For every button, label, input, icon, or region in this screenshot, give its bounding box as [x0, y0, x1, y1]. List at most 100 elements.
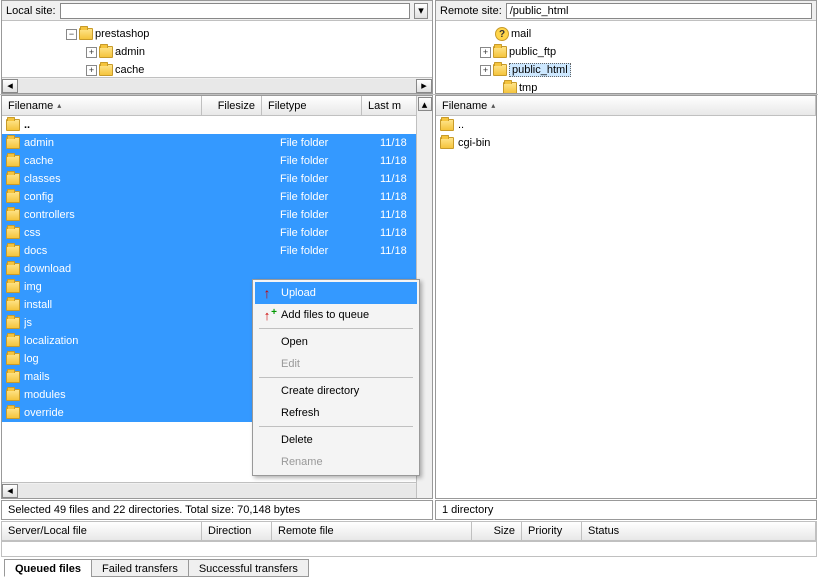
parent-dir-row[interactable]: ..	[436, 116, 816, 134]
bottom-tabs: Queued files Failed transfers Successful…	[0, 557, 818, 579]
file-type: File folder	[280, 227, 376, 239]
folder-icon	[99, 46, 113, 58]
col-filesize[interactable]: Filesize	[202, 96, 262, 115]
tab-queued-files[interactable]: Queued files	[4, 559, 92, 577]
list-row[interactable]: classesFile folder11/18	[2, 170, 432, 188]
list-row[interactable]: adminFile folder11/18	[2, 134, 432, 152]
tree-node[interactable]: tmp	[440, 79, 812, 93]
queue-col-remote[interactable]: Remote file	[272, 522, 472, 540]
queue-col-serverlocal[interactable]: Server/Local file	[2, 522, 202, 540]
local-tree-hscroll[interactable]: ◂ ▸	[2, 77, 432, 93]
collapse-icon[interactable]: −	[66, 29, 77, 40]
list-row[interactable]: download	[2, 260, 432, 278]
menu-delete[interactable]: Delete	[255, 429, 417, 451]
tree-node[interactable]: + public_ftp	[440, 43, 812, 61]
folder-icon	[6, 371, 20, 383]
scroll-right-button[interactable]: ▸	[416, 79, 432, 93]
menu-separator	[259, 426, 413, 427]
queue-col-direction[interactable]: Direction	[202, 522, 272, 540]
local-site-bar: Local site: ▾	[2, 1, 432, 21]
list-row[interactable]: docsFile folder11/18	[2, 242, 432, 260]
col-filename[interactable]: Filename▴	[2, 96, 202, 115]
tree-node[interactable]: + admin	[6, 43, 428, 61]
folder-icon	[440, 137, 454, 149]
queue-col-priority[interactable]: Priority	[522, 522, 582, 540]
expand-icon[interactable]: +	[86, 65, 97, 76]
folder-icon	[6, 263, 20, 275]
tree-label: mail	[511, 28, 531, 40]
queue-col-size[interactable]: Size	[472, 522, 522, 540]
list-row[interactable]: cacheFile folder11/18	[2, 152, 432, 170]
list-row[interactable]: controllersFile folder11/18	[2, 206, 432, 224]
folder-icon	[6, 137, 20, 149]
menu-edit: Edit	[255, 353, 417, 375]
file-type: File folder	[280, 155, 376, 167]
list-row[interactable]: configFile folder11/18	[2, 188, 432, 206]
expand-icon[interactable]: +	[480, 47, 491, 58]
remote-site-label: Remote site:	[440, 5, 502, 17]
folder-icon	[6, 389, 20, 401]
local-panel: Local site: ▾ −prestashop + admin + cache ◂ …	[1, 0, 433, 94]
menu-refresh[interactable]: Refresh	[255, 402, 417, 424]
tree-label: cache	[115, 64, 144, 76]
remote-file-list: Filename▴ ..cgi-bin	[435, 95, 817, 499]
folder-icon	[440, 119, 454, 131]
folder-icon	[6, 119, 20, 131]
tree-node[interactable]: −prestashop	[6, 25, 428, 43]
menu-upload[interactable]: ↑ Upload	[255, 282, 417, 304]
menu-open[interactable]: Open	[255, 331, 417, 353]
col-filetype[interactable]: Filetype	[262, 96, 362, 115]
file-name: log	[24, 353, 216, 365]
folder-icon	[493, 64, 507, 76]
local-site-label: Local site:	[6, 5, 56, 17]
folder-icon	[79, 28, 93, 40]
tree-node[interactable]: +public_html	[440, 61, 812, 79]
tree-label: public_ftp	[509, 46, 556, 58]
menu-rename: Rename	[255, 451, 417, 473]
local-site-path-input[interactable]	[60, 3, 410, 19]
menu-add-to-queue[interactable]: ↑+ Add files to queue	[255, 304, 417, 326]
queue-body[interactable]	[1, 541, 817, 557]
file-name: download	[24, 263, 216, 275]
tab-successful-transfers[interactable]: Successful transfers	[188, 559, 309, 577]
list-row[interactable]: cgi-bin	[436, 134, 816, 152]
file-name: admin	[24, 137, 216, 149]
remote-tree[interactable]: ?mail + public_ftp +public_htmltmp	[436, 21, 816, 93]
menu-separator	[259, 328, 413, 329]
sort-asc-icon: ▴	[491, 101, 495, 110]
local-list-hscroll[interactable]: ◂ ▸	[2, 482, 432, 498]
list-row[interactable]: cssFile folder11/18	[2, 224, 432, 242]
scroll-up-button[interactable]: ▴	[418, 97, 432, 111]
folder-icon	[503, 82, 517, 93]
menu-create-directory[interactable]: Create directory	[255, 380, 417, 402]
remote-column-headers: Filename▴	[436, 96, 816, 116]
scroll-left-button[interactable]: ◂	[2, 79, 18, 93]
scroll-left-button[interactable]: ◂	[2, 484, 18, 498]
question-icon: ?	[495, 27, 509, 41]
folder-icon	[6, 353, 20, 365]
remote-site-path-input[interactable]: /public_html	[506, 3, 812, 19]
file-name: docs	[24, 245, 216, 257]
local-site-dropdown-button[interactable]: ▾	[414, 3, 428, 19]
folder-icon	[6, 245, 20, 257]
remote-list-body[interactable]: ..cgi-bin	[436, 116, 816, 498]
file-name: js	[24, 317, 216, 329]
folder-icon	[6, 407, 20, 419]
tree-label: admin	[115, 46, 145, 58]
queue-col-status[interactable]: Status	[582, 522, 816, 540]
expand-icon[interactable]: +	[480, 65, 491, 76]
file-name: localization	[24, 335, 216, 347]
context-menu: ↑ Upload ↑+ Add files to queue Open Edit…	[252, 279, 420, 476]
chevron-down-icon: ▾	[418, 4, 424, 17]
expand-icon[interactable]: +	[86, 47, 97, 58]
file-type: File folder	[280, 173, 376, 185]
file-name: controllers	[24, 209, 216, 221]
add-queue-icon: ↑+	[259, 307, 275, 323]
tree-node[interactable]: ?mail	[440, 25, 812, 43]
parent-dir-row[interactable]: ..	[2, 116, 432, 134]
col-filename[interactable]: Filename▴	[436, 96, 816, 115]
tab-failed-transfers[interactable]: Failed transfers	[91, 559, 189, 577]
tree-node[interactable]: + cache	[6, 61, 428, 77]
local-tree[interactable]: −prestashop + admin + cache	[2, 21, 432, 77]
file-type: File folder	[280, 245, 376, 257]
